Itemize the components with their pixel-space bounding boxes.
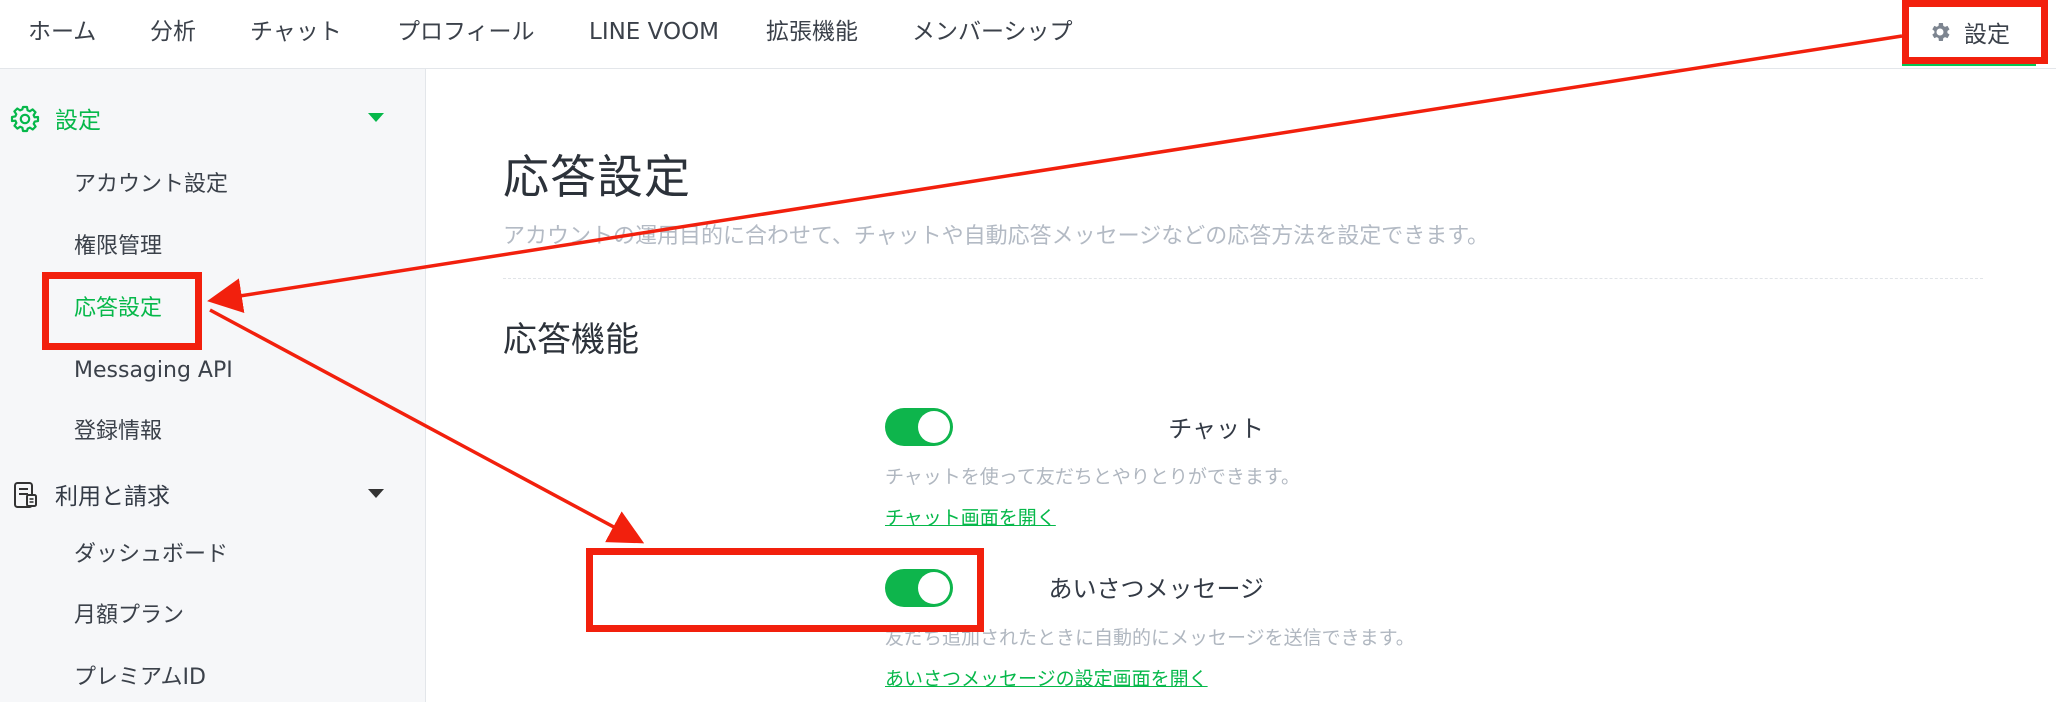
toggle-knob xyxy=(918,411,950,443)
feature-description-greeting: 友だち追加されたときに自動的にメッセージを送信できます。 xyxy=(885,627,1415,649)
divider xyxy=(503,278,1983,279)
nav-extensions[interactable]: 拡張機能 xyxy=(766,0,858,66)
sidebar-group-label: 設定 xyxy=(55,108,101,134)
feature-description-chat: チャットを使って友だちとやりとりができます。 xyxy=(885,466,1300,488)
sidebar-item-dashboard[interactable]: ダッシュボード xyxy=(74,535,228,575)
nav-membership[interactable]: メンバーシップ xyxy=(912,0,1073,66)
nav-settings-label: 設定 xyxy=(1964,21,2010,48)
nav-chat[interactable]: チャット xyxy=(250,0,342,66)
sidebar-item-monthly-plan[interactable]: 月額プラン xyxy=(74,596,184,636)
nav-profile[interactable]: プロフィール xyxy=(397,0,535,66)
sidebar-item-response-settings[interactable]: 応答設定 xyxy=(74,289,162,329)
nav-home[interactable]: ホーム xyxy=(28,0,96,66)
sidebar-item-account-settings[interactable]: アカウント設定 xyxy=(74,165,228,205)
section-title: 応答機能 xyxy=(503,320,639,360)
sidebar-item-permissions[interactable]: 権限管理 xyxy=(74,227,162,267)
page-description: アカウントの運用目的に合わせて、チャットや自動応答メッセージなどの応答方法を設定… xyxy=(503,224,1490,249)
billing-document-icon xyxy=(10,480,40,510)
feature-label-chat: チャット xyxy=(1168,415,1264,443)
nav-line-voom[interactable]: LINE VOOM xyxy=(589,0,719,66)
sidebar-item-messaging-api[interactable]: Messaging API xyxy=(74,351,233,391)
gear-outline-icon xyxy=(10,104,40,134)
top-navigation: ホーム 分析 チャット プロフィール LINE VOOM 拡張機能 メンバーシッ… xyxy=(0,0,2056,69)
sidebar-group-label: 利用と請求 xyxy=(55,484,170,510)
greeting-message-toggle[interactable] xyxy=(885,569,953,607)
main-content: 応答設定 アカウントの運用目的に合わせて、チャットや自動応答メッセージなどの応答… xyxy=(426,69,2056,702)
sidebar-item-registration-info[interactable]: 登録情報 xyxy=(74,412,162,452)
open-greeting-settings-link[interactable]: あいさつメッセージの設定画面を開く xyxy=(885,664,1208,691)
sidebar: 設定 アカウント設定 権限管理 応答設定 Messaging API 登録情報 … xyxy=(0,69,426,702)
sidebar-group-settings[interactable]: 設定 xyxy=(0,94,425,142)
nav-analytics[interactable]: 分析 xyxy=(150,0,196,66)
caret-down-icon xyxy=(368,113,384,122)
sidebar-item-premium-id[interactable]: プレミアムID xyxy=(74,658,206,698)
toggle-knob xyxy=(918,572,950,604)
page-title: 応答設定 xyxy=(503,150,691,204)
gear-icon xyxy=(1928,20,1952,44)
chat-toggle[interactable] xyxy=(885,408,953,446)
nav-settings[interactable]: 設定 xyxy=(1902,0,2036,66)
open-chat-link[interactable]: チャット画面を開く xyxy=(885,503,1056,530)
feature-label-greeting: あいさつメッセージ xyxy=(1048,575,1264,603)
sidebar-group-billing[interactable]: 利用と請求 xyxy=(0,470,425,518)
caret-down-icon xyxy=(368,489,384,498)
